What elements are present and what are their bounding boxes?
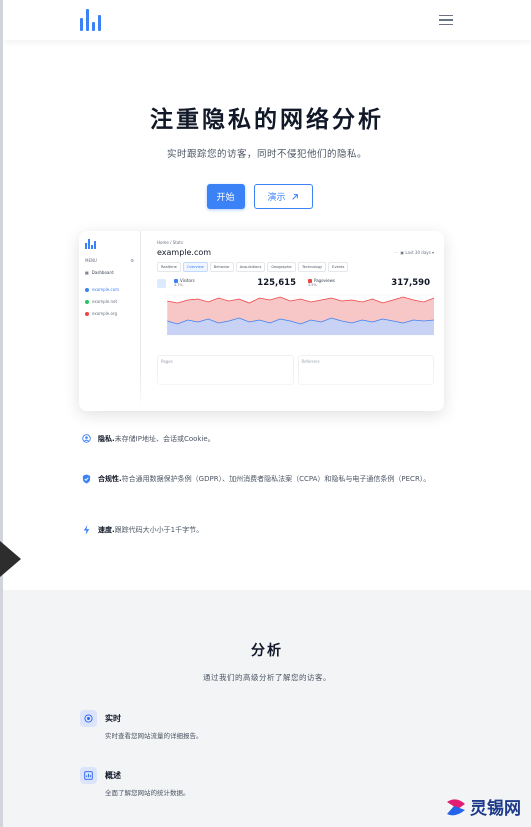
feature-privacy: 隐私.未存储IP地址、会话或Cookie。 — [82, 432, 457, 446]
page: 注重隐私的网络分析 实时跟踪您的访客，同时不侵犯他们的隐私。 开始 演示 MEN… — [3, 0, 531, 827]
dashboard-main: Home / Stats example.com ⋯ ▣ Last 30 day… — [147, 231, 444, 385]
tab-technology[interactable]: Technology — [298, 262, 327, 272]
dashboard-site-header: example.com ⋯ ▣ Last 30 days ▾ — [157, 248, 434, 257]
site-title: example.com — [157, 248, 212, 257]
user-circle-icon — [82, 434, 91, 443]
hero-title: 注重隐私的网络分析 — [150, 107, 384, 133]
site-dot-icon — [85, 287, 89, 292]
feature-compliance: 合规性.符合通用数据保护条例（GDPR）、加州消费者隐私法案（CCPA）和隐私与… — [82, 472, 457, 486]
watermark: 灵锡网 — [445, 794, 521, 819]
feature-description: 跟踪代码大小小于1千字节。 — [114, 526, 204, 534]
lightning-bolt-icon — [83, 525, 90, 535]
pageviews-value: 317,590 — [391, 278, 430, 288]
top-navigation — [3, 0, 531, 40]
dashboard-preview: MENU ⚙ ▦ Dashboard example.com example.n… — [79, 231, 444, 411]
sidebar-item-dashboard[interactable]: ▦ Dashboard — [85, 270, 134, 275]
arrow-up-right-icon — [291, 193, 298, 200]
sidebar-site-example-com[interactable]: example.com — [85, 287, 134, 292]
pageviews-change: 3.5% — [308, 283, 317, 287]
hero-subtitle: 实时跟踪您的访客，同时不侵犯他们的隐私。 — [166, 149, 367, 160]
analytics-item-title: 实时 — [105, 714, 121, 723]
analytics-item-text: 全面了解您网站的统计数据。 — [105, 789, 190, 797]
breadcrumb: Home / Stats — [157, 240, 183, 245]
dashboard-tabs: Realtime Overview Behavior Acquisitions … — [157, 262, 434, 272]
start-button[interactable]: 开始 — [206, 184, 245, 209]
pageviews-swatch-icon — [308, 278, 312, 283]
overview-chart-icon — [80, 767, 97, 784]
analytics-item-title: 概述 — [105, 771, 121, 780]
stats-row: Visitors 4.7% 125,615 Pageviews 3.5% 317… — [157, 278, 434, 288]
feature-text: 合规性.符合通用数据保护条例（GDPR）、加州消费者隐私法案（CCPA）和隐私与… — [98, 472, 430, 486]
feature-speed: 速度.跟踪代码大小小于1千字节。 — [82, 523, 457, 537]
feature-title: 隐私. — [98, 435, 115, 443]
tab-geographic[interactable]: Geographic — [267, 262, 297, 272]
visitors-stat: Visitors 4.7% 125,615 — [170, 278, 300, 288]
sidebar-site-example-org[interactable]: example.org — [85, 311, 134, 316]
watermark-logo-icon — [445, 796, 467, 818]
feature-description: 符合通用数据保护条例（GDPR）、加州消费者隐私法案（CCPA）和隐私与电子通信… — [121, 475, 431, 483]
sidebar-menu-header: MENU ⚙ — [85, 258, 134, 263]
demo-button[interactable]: 演示 — [253, 184, 313, 209]
site-label: example.net — [92, 299, 118, 304]
sidebar-menu-label: MENU — [85, 258, 97, 263]
visitors-swatch-icon — [174, 278, 178, 283]
site-label: example.com — [92, 287, 120, 292]
tab-realtime[interactable]: Realtime — [157, 262, 181, 272]
hero-buttons: 开始 演示 — [3, 184, 531, 209]
analytics-subtitle: 通过我们的高级分析了解您的访客。 — [203, 673, 331, 682]
analytics-title: 分析 — [251, 643, 283, 659]
date-range-select[interactable]: ⋯ ▣ Last 30 days ▾ — [394, 250, 434, 255]
pageviews-stat: Pageviews 3.5% 317,590 — [304, 278, 434, 288]
analytics-item-text: 实时查看您网站流量的详细报告。 — [105, 732, 203, 740]
tab-events[interactable]: Events — [328, 262, 349, 272]
preview-fade — [79, 371, 444, 411]
tab-behavior[interactable]: Behavior — [209, 262, 234, 272]
analytics-section: 分析 通过我们的高级分析了解您的访客。 实时 实时查看您网站流量的详细报告。 概… — [3, 590, 531, 827]
feature-text: 速度.跟踪代码大小小于1千字节。 — [98, 523, 203, 537]
grid-icon: ▦ — [85, 270, 89, 275]
tab-overview[interactable]: Overview — [182, 262, 208, 272]
tab-acquisitions[interactable]: Acquisitions — [235, 262, 266, 272]
site-dot-icon — [85, 299, 89, 304]
watermark-text: 灵锡网 — [470, 799, 521, 819]
pageviews-label: Pageviews — [314, 278, 335, 283]
site-label: example.org — [92, 311, 118, 316]
realtime-target-icon — [80, 710, 97, 727]
analytics-item-realtime: 实时 实时查看您网站流量的详细报告。 — [80, 710, 203, 740]
shield-check-icon — [82, 474, 91, 484]
analytics-item-overview: 概述 全面了解您网站的统计数据。 — [80, 767, 190, 797]
demo-button-label: 演示 — [267, 193, 286, 203]
site-dot-icon — [85, 311, 89, 316]
feature-title: 速度. — [98, 526, 115, 534]
feature-title: 合规性. — [98, 475, 122, 483]
traffic-chart — [165, 294, 435, 336]
hamburger-menu-icon[interactable] — [439, 14, 453, 26]
feature-text: 隐私.未存储IP地址、会话或Cookie。 — [98, 432, 215, 446]
visitors-value: 125,615 — [257, 278, 296, 288]
sidebar-site-example-net[interactable]: example.net — [85, 299, 134, 304]
side-arrow-icon[interactable] — [0, 541, 21, 577]
feature-description: 未存储IP地址、会话或Cookie。 — [114, 435, 215, 443]
visitors-change: 4.7% — [174, 283, 183, 287]
stats-icon — [157, 278, 166, 288]
gear-icon[interactable]: ⚙ — [130, 258, 134, 263]
sidebar-item-label: Dashboard — [91, 270, 114, 275]
date-range-label: Last 30 days — [405, 250, 431, 255]
bar-chart-logo-icon[interactable] — [80, 9, 101, 31]
dashboard-logo-icon — [85, 239, 134, 249]
